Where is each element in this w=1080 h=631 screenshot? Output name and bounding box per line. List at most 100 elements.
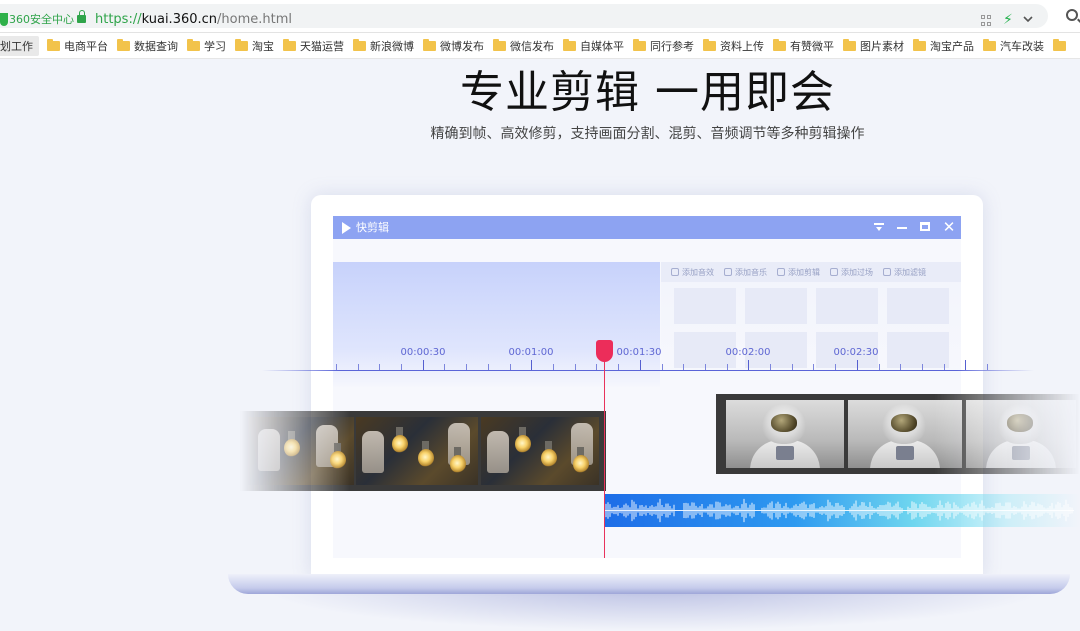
timeline-ruler[interactable] <box>262 370 1034 371</box>
bookmark-item[interactable]: 新浪微博 <box>349 36 419 56</box>
clip-frame <box>248 417 354 485</box>
timeline-tick <box>965 360 966 370</box>
filter-icon <box>883 268 891 276</box>
folder-icon <box>983 38 996 51</box>
bookmark-item[interactable]: 数据查询 <box>113 36 183 56</box>
timeline-tick <box>575 364 576 370</box>
folder-icon <box>563 38 576 51</box>
folder-icon <box>1053 38 1066 51</box>
material-tile[interactable] <box>887 288 949 324</box>
chevron-down-icon[interactable] <box>1022 13 1034 25</box>
clip-frame <box>726 400 844 468</box>
security-shield-icon[interactable] <box>0 13 8 26</box>
timeline-tick <box>379 364 380 370</box>
timecode-label: 00:01:00 <box>508 347 554 358</box>
bookmark-item[interactable]: 微博发布 <box>419 36 489 56</box>
timeline-tick <box>705 364 706 370</box>
maximize-icon[interactable] <box>918 220 932 234</box>
bookmark-item[interactable] <box>1049 36 1075 56</box>
bookmark-item[interactable]: 学习 <box>183 36 231 56</box>
bookmark-item[interactable]: 淘宝 <box>231 36 279 56</box>
bookmarks-bar: 划工作 电商平台 数据查询 学习 淘宝 天猫运营 新浪微博 微博发布 微信发布 … <box>0 33 1080 59</box>
bookmark-item[interactable]: 淘宝产品 <box>909 36 979 56</box>
timeline-tick <box>727 364 728 370</box>
qr-code-icon[interactable] <box>981 15 992 26</box>
folder-icon <box>493 38 506 51</box>
bookmark-item[interactable]: 同行参考 <box>629 36 699 56</box>
security-center-label[interactable]: 360安全中心 <box>9 13 74 27</box>
timeline-tick <box>531 360 532 370</box>
audio-track[interactable] <box>604 494 1080 527</box>
material-grid <box>674 288 949 368</box>
timecode-label: 00:02:00 <box>725 347 771 358</box>
timeline-tick <box>510 364 511 370</box>
timecode-label: 00:02:30 <box>833 347 879 358</box>
url-text[interactable]: https://kuai.360.cn/home.html <box>95 12 292 28</box>
folder-icon <box>913 38 926 51</box>
folder-icon <box>633 38 646 51</box>
material-tabs: 添加音效 添加音乐 添加剪辑 添加过场 添加滤镜 <box>661 262 961 282</box>
folder-icon <box>283 38 296 51</box>
hero-subtitle: 精确到帧、高效修剪，支持画面分割、混剪、音频调节等多种剪辑操作 <box>430 126 865 142</box>
bookmark-item[interactable]: 汽车改装 <box>979 36 1049 56</box>
bookmark-item[interactable]: 有赞微平 <box>769 36 839 56</box>
tab-clips[interactable]: 添加剪辑 <box>777 267 820 278</box>
video-clip-bulbs[interactable] <box>240 411 606 491</box>
material-tile[interactable] <box>745 288 807 324</box>
close-icon[interactable]: ✕ <box>942 220 956 235</box>
clip-frame <box>481 417 599 485</box>
tab-transitions[interactable]: 添加过场 <box>830 267 873 278</box>
material-tile[interactable] <box>887 332 949 368</box>
playhead-line <box>604 358 605 558</box>
audio-waveform <box>604 498 1074 523</box>
url-field[interactable]: 360安全中心 https://kuai.360.cn/home.html ⚡ <box>0 4 1048 28</box>
bookmark-item[interactable]: 图片素材 <box>839 36 909 56</box>
playhead-handle-icon[interactable] <box>596 340 613 362</box>
sound-effect-icon <box>671 268 679 276</box>
bookmark-item[interactable]: 微信发布 <box>489 36 559 56</box>
tab-filters[interactable]: 添加滤镜 <box>883 267 926 278</box>
clip-frame <box>356 417 478 485</box>
folder-icon <box>423 38 436 51</box>
minimize-icon[interactable] <box>895 220 909 234</box>
bookmark-item[interactable]: 划工作 <box>0 35 39 56</box>
timeline-tick <box>987 364 988 370</box>
bookmark-item[interactable]: 资料上传 <box>699 36 769 56</box>
address-bar: 360安全中心 https://kuai.360.cn/home.html ⚡ <box>0 0 1080 33</box>
timecode-label: 00:01:30 <box>616 347 662 358</box>
transition-icon <box>830 268 838 276</box>
bookmark-item[interactable]: 自媒体平 <box>559 36 629 56</box>
timeline-tick <box>813 364 814 370</box>
timeline-tick <box>488 364 489 370</box>
timeline-tick <box>444 364 445 370</box>
laptop-base <box>228 574 1070 594</box>
timeline-tick <box>553 364 554 370</box>
material-tile[interactable] <box>816 288 878 324</box>
timeline-tick <box>922 364 923 370</box>
bookmark-item[interactable]: 电商平台 <box>43 36 113 56</box>
menu-icon[interactable] <box>872 220 886 234</box>
folder-icon <box>187 38 200 51</box>
timeline-tick <box>835 364 836 370</box>
timeline-tick <box>770 364 771 370</box>
music-note-icon <box>724 268 732 276</box>
timeline-tick <box>748 360 749 370</box>
timeline-tick <box>401 364 402 370</box>
timeline-tick <box>423 360 424 370</box>
app-logo-icon <box>342 222 351 234</box>
folder-icon <box>843 38 856 51</box>
timeline-tick <box>618 364 619 370</box>
timeline-tick <box>466 364 467 370</box>
material-tile[interactable] <box>674 288 736 324</box>
tab-sound-effects[interactable]: 添加音效 <box>671 267 714 278</box>
bookmark-item[interactable]: 天猫运营 <box>279 36 349 56</box>
timeline-tick <box>596 364 597 370</box>
tab-music[interactable]: 添加音乐 <box>724 267 767 278</box>
folder-icon <box>117 38 130 51</box>
editor-titlebar: 快剪辑 ✕ <box>333 216 961 239</box>
timeline-tick <box>879 364 880 370</box>
lightning-icon[interactable]: ⚡ <box>1003 11 1013 29</box>
search-icon[interactable] <box>1066 9 1078 21</box>
video-clip-astronaut[interactable] <box>716 394 1080 474</box>
timeline-tick <box>857 360 858 370</box>
